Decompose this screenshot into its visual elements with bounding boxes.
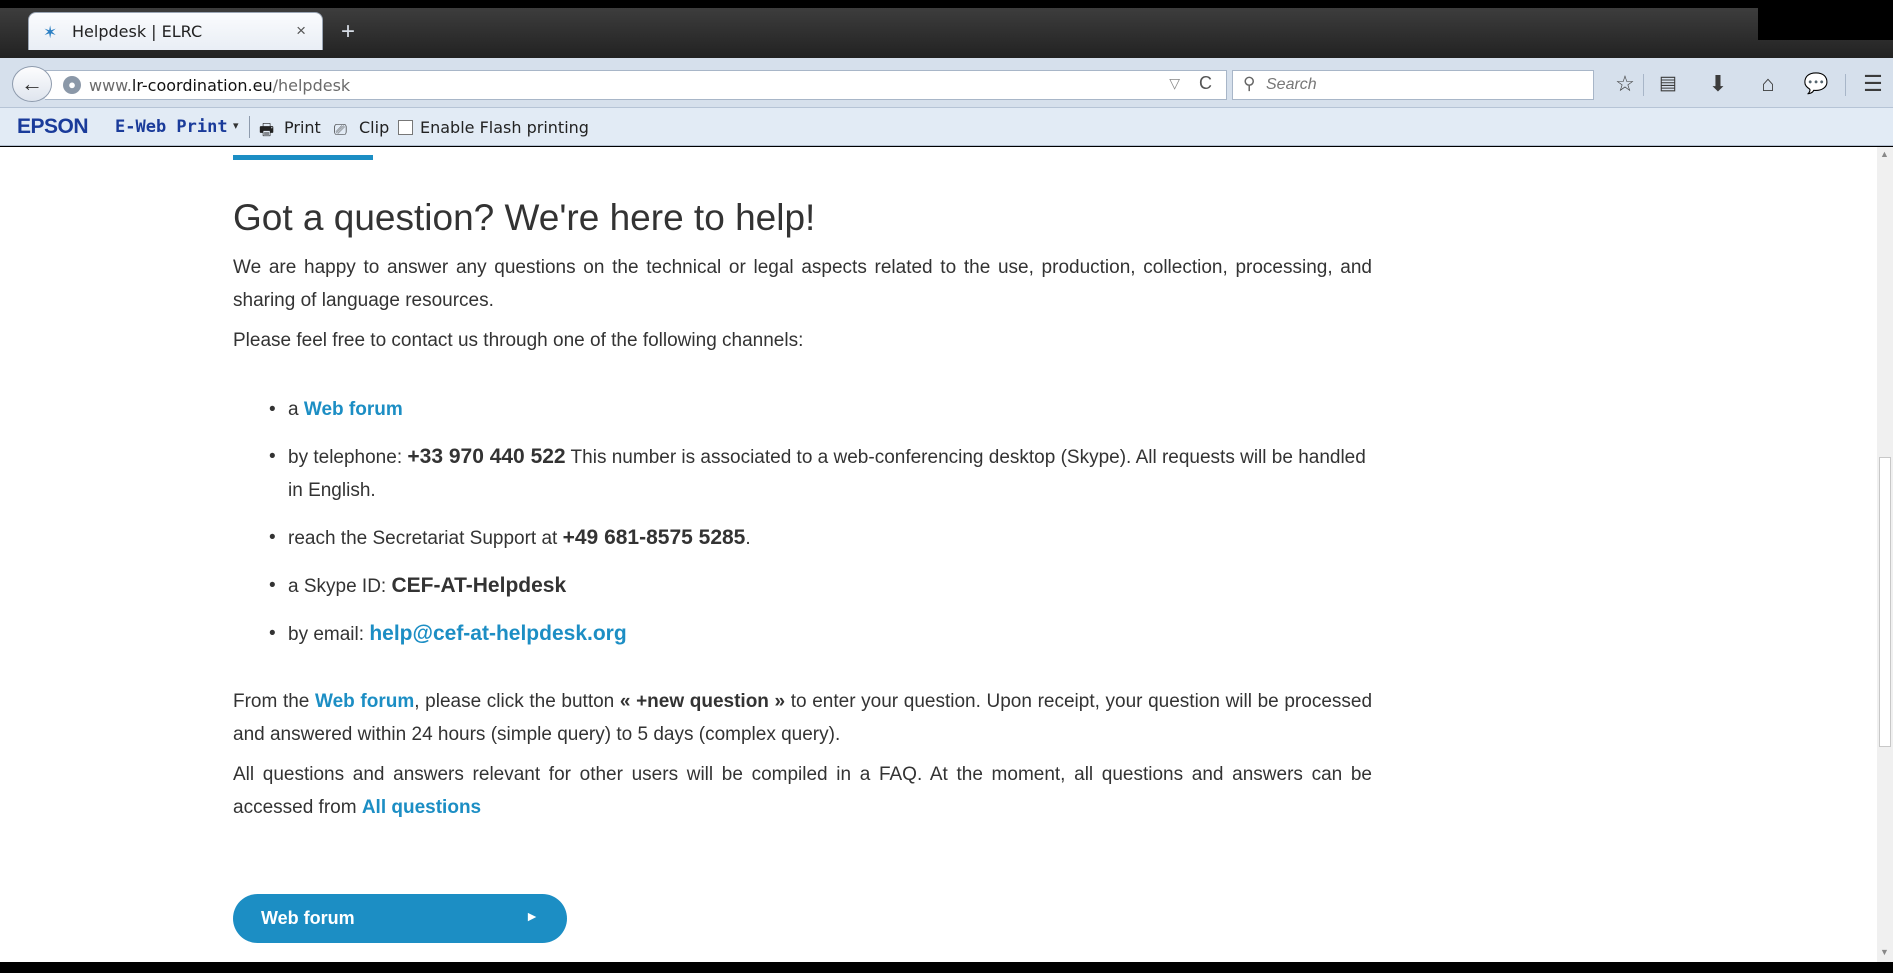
web-forum-link[interactable]: Web forum <box>315 691 414 712</box>
reload-icon[interactable]: C <box>1199 73 1212 94</box>
url-history-dropdown-icon[interactable]: ▽ <box>1169 75 1180 92</box>
list-item-secretariat: reach the Secretariat Support at +49 681… <box>233 521 1372 555</box>
web-forum-button[interactable]: Web forum ► <box>233 894 567 943</box>
web-forum-link[interactable]: Web forum <box>304 399 403 420</box>
download-icon[interactable]: ⬇ <box>1703 70 1733 98</box>
forum-instructions-paragraph: From the Web forum, please click the but… <box>233 691 1373 745</box>
list-item-web-forum: a Web forum <box>233 393 1372 426</box>
email-link[interactable]: help@cef-at-helpdesk.org <box>369 622 626 645</box>
skype-id: CEF-AT-Helpdesk <box>391 574 567 597</box>
elrc-favicon-icon: ✶ <box>43 23 58 42</box>
list-item-skype: a Skype ID: CEF-AT-Helpdesk <box>233 569 1372 603</box>
faq-paragraph: All questions and answers relevant for o… <box>233 764 1372 818</box>
clip-icon: ⎚ <box>334 120 347 139</box>
toolbar-divider <box>249 116 250 138</box>
bookmark-star-icon[interactable]: ☆ <box>1610 70 1640 98</box>
checkbox-icon[interactable] <box>398 120 413 135</box>
page-viewport: Got a question? We're here to help! We a… <box>0 147 1877 962</box>
clip-button[interactable]: ⎚ Clip <box>334 118 389 139</box>
list-item-email: by email: help@cef-at-helpdesk.org <box>233 617 1372 651</box>
enable-flash-printing-checkbox[interactable]: Enable Flash printing <box>398 118 589 137</box>
list-item-telephone: by telephone: +33 970 440 522 This numbe… <box>233 440 1372 507</box>
scrollbar-thumb[interactable] <box>1879 457 1891 747</box>
secretariat-number: +49 681-8575 5285 <box>562 526 746 549</box>
intro-paragraph: We are happy to answer any questions on … <box>233 257 1372 311</box>
new-question-reference: « +new question » <box>619 691 786 712</box>
scroll-down-icon[interactable]: ▼ <box>1880 947 1889 957</box>
contact-channel-list: a Web forum by telephone: +33 970 440 52… <box>233 393 1372 665</box>
epson-toolbar: EPSON E-Web Print ▾ 🖶 Print ⎚ Clip Enable … <box>0 108 1893 146</box>
home-icon[interactable]: ⌂ <box>1753 70 1783 98</box>
browser-tab[interactable]: ✶ Helpdesk | ELRC × <box>28 12 323 50</box>
globe-icon: ● <box>63 76 81 94</box>
tab-close-icon[interactable]: × <box>296 21 306 41</box>
chevron-down-icon[interactable]: ▾ <box>233 119 239 132</box>
all-questions-link[interactable]: All questions <box>362 797 481 818</box>
reading-list-icon[interactable]: ▤ <box>1653 70 1683 98</box>
printer-icon: 🖶 <box>259 120 275 139</box>
search-placeholder: Search <box>1266 76 1317 93</box>
navigation-bar: ● www.lr-coordination.eu/helpdesk ▽ C ← … <box>0 58 1893 108</box>
new-tab-button[interactable]: + <box>335 20 361 46</box>
play-arrow-icon: ► <box>525 908 539 924</box>
url-bar[interactable]: ● www.lr-coordination.eu/helpdesk ▽ C <box>45 70 1227 100</box>
tab-title: Helpdesk | ELRC <box>72 22 203 41</box>
search-input[interactable]: ⚲ Search <box>1232 70 1594 100</box>
toolbar-divider <box>1643 74 1644 96</box>
channels-intro: Please feel free to contact us through o… <box>233 330 804 351</box>
epson-logo: EPSON <box>17 115 89 138</box>
scroll-up-icon[interactable]: ▲ <box>1880 149 1889 159</box>
eweb-print-menu[interactable]: E-Web Print <box>115 117 228 137</box>
menu-icon[interactable]: ☰ <box>1858 70 1888 98</box>
phone-number: +33 970 440 522 <box>407 445 566 468</box>
page-title: Got a question? We're here to help! <box>233 197 816 238</box>
url-text[interactable]: www.lr-coordination.eu/helpdesk <box>89 76 350 95</box>
section-accent-bar <box>233 155 373 160</box>
toolbar-divider <box>1845 74 1846 96</box>
web-forum-button-label: Web forum <box>261 908 355 928</box>
print-button[interactable]: 🖶 Print <box>259 118 321 139</box>
search-icon: ⚲ <box>1243 74 1256 93</box>
vertical-scrollbar[interactable]: ▲ ▼ <box>1877 147 1893 962</box>
chat-icon[interactable]: 💬 <box>1801 70 1831 98</box>
window-controls-area <box>1758 8 1893 40</box>
back-button[interactable]: ← <box>12 66 52 102</box>
